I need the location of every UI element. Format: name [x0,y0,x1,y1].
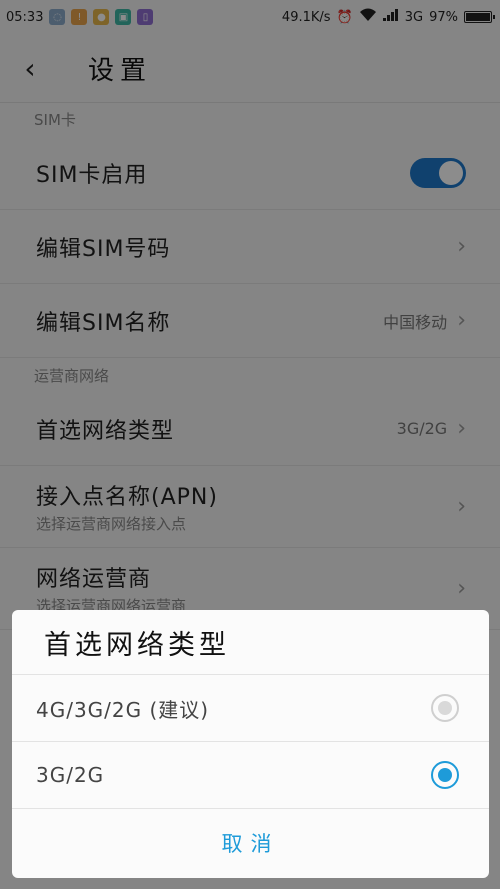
network-type-dialog: 首选网络类型 4G/3G/2G (建议) 3G/2G 取消 [12,610,489,878]
dialog-title: 首选网络类型 [12,610,489,675]
option-label: 4G/3G/2G (建议) [36,697,210,722]
option-label: 3G/2G [36,763,105,787]
cancel-button[interactable]: 取消 [12,809,489,877]
option-3g-2g[interactable]: 3G/2G [12,742,489,809]
radio-selected-icon[interactable] [431,761,459,789]
option-4g-3g-2g[interactable]: 4G/3G/2G (建议) [12,675,489,742]
radio-unselected-icon[interactable] [431,694,459,722]
